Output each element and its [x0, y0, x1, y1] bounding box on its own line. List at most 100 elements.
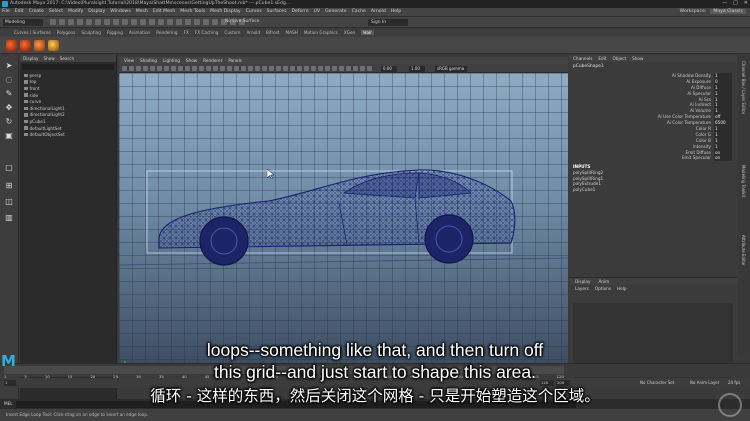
channels-menu[interactable]: Channels [573, 55, 592, 62]
shelf-tab-fx[interactable]: FX [184, 30, 189, 35]
menu-item-mesh-tools[interactable]: Mesh Tools [180, 9, 205, 14]
viewport-tool-icon[interactable] [185, 66, 190, 71]
viewport-tool-icon[interactable] [192, 66, 197, 71]
menu-item-help[interactable]: Help [391, 9, 401, 14]
workspace-selector[interactable]: Workspace: Maya Classic [680, 9, 746, 14]
move-tool-icon[interactable]: ✥ [4, 103, 14, 113]
colorspace-dropdown[interactable]: sRGB gamma [435, 65, 467, 72]
menu-item-arnold[interactable]: Arnold [371, 9, 386, 14]
lasso-tool-icon[interactable]: ◌ [4, 75, 14, 85]
menu-item-surfaces[interactable]: Surfaces [267, 9, 287, 14]
menuset-dropdown[interactable]: Modeling [3, 19, 43, 26]
viewport-tool-icon[interactable] [206, 66, 211, 71]
status-tool-icon[interactable] [203, 19, 209, 25]
tab-anim[interactable]: Anim [598, 278, 609, 285]
status-tool-icon[interactable] [113, 19, 119, 25]
viewport-menu-show[interactable]: Show [186, 57, 197, 64]
single-view-icon[interactable]: ▢ [4, 163, 14, 173]
status-tool-icon[interactable] [131, 19, 137, 25]
viewport-tool-icon[interactable] [332, 66, 337, 71]
show-menu[interactable]: Show [632, 55, 643, 62]
outliner-search-input[interactable] [22, 64, 114, 70]
layers-menu[interactable]: Layers [575, 285, 589, 292]
viewport-tool-icon[interactable] [360, 66, 365, 71]
attribute-row[interactable]: Emit Specular on [569, 155, 737, 162]
outliner-menu-search[interactable]: Search [60, 55, 74, 62]
viewport-tool-icon[interactable] [346, 66, 351, 71]
object-menu[interactable]: Object [612, 55, 626, 62]
menu-item-generate[interactable]: Generate [325, 9, 346, 14]
hair-shelf-icon[interactable] [6, 40, 17, 51]
viewport-tool-icon[interactable] [367, 66, 372, 71]
outliner-item[interactable]: side [20, 92, 116, 99]
outliner-item[interactable]: directionalLight2 [20, 112, 116, 119]
status-tool-icon[interactable] [140, 19, 146, 25]
status-tool-icon[interactable] [158, 19, 164, 25]
shelf-tab-rigging[interactable]: Rigging [107, 30, 123, 35]
shelf-tab-bifrost[interactable]: Bifrost [266, 30, 280, 35]
status-tool-icon[interactable] [104, 19, 110, 25]
gamma-field[interactable]: 1.00 [409, 65, 425, 72]
viewport-tool-icon[interactable] [255, 66, 260, 71]
outliner-item[interactable]: persp [20, 72, 116, 79]
shelf-tab-sculpting[interactable]: Sculpting [81, 30, 101, 35]
viewport-tool-icon[interactable] [241, 66, 246, 71]
menu-item-modify[interactable]: Modify [68, 9, 83, 14]
shelf-tab-rendering[interactable]: Rendering [156, 30, 177, 35]
object-name[interactable]: pCubeShape1 [569, 62, 737, 71]
outliner-item[interactable]: defaultObjectSet [20, 131, 116, 138]
status-tool-icon[interactable] [149, 19, 155, 25]
status-tool-icon[interactable] [68, 19, 74, 25]
status-tool-icon[interactable] [59, 19, 65, 25]
shelf-tab-xgen[interactable]: XGen [344, 30, 355, 35]
persp-outliner-icon[interactable]: ◫ [4, 197, 14, 207]
status-tool-icon[interactable] [194, 19, 200, 25]
viewport-tool-icon[interactable] [136, 66, 141, 71]
viewport-tool-icon[interactable] [353, 66, 358, 71]
menu-item-create[interactable]: Create [29, 9, 44, 14]
hair-shelf-icon[interactable] [48, 40, 59, 51]
menu-item-cache[interactable]: Cache [352, 9, 366, 14]
status-tool-icon[interactable] [50, 19, 56, 25]
viewport-tool-icon[interactable] [129, 66, 134, 71]
viewport-tool-icon[interactable] [164, 66, 169, 71]
viewport-tool-icon[interactable] [178, 66, 183, 71]
menu-item-edit[interactable]: Edit [15, 9, 24, 14]
menu-item-select[interactable]: Select [49, 9, 63, 14]
viewport-tool-icon[interactable] [297, 66, 302, 71]
outliner-menu-display[interactable]: Display [23, 55, 38, 62]
side-tab-channel-box[interactable]: Channel Box / Layer Editor [741, 61, 746, 114]
hair-shelf-icon[interactable] [34, 40, 45, 51]
viewport-tool-icon[interactable] [199, 66, 204, 71]
menu-item-edit-mesh[interactable]: Edit Mesh [153, 9, 175, 14]
attribute-value[interactable]: on [714, 155, 732, 162]
shelf-tab-fx-caching[interactable]: FX Caching [195, 30, 219, 35]
status-tool-icon[interactable] [95, 19, 101, 25]
viewport-tool-icon[interactable] [276, 66, 281, 71]
shelf-tab-animation[interactable]: Animation [129, 30, 150, 35]
shelf-tab-arnold[interactable]: Arnold [246, 30, 260, 35]
viewport-tool-icon[interactable] [318, 66, 323, 71]
viewport-tool-icon[interactable] [304, 66, 309, 71]
menu-item-curves[interactable]: Curves [246, 9, 262, 14]
shelf-tab-curves-surfaces[interactable]: Curves / Surfaces [14, 30, 51, 35]
paint-select-icon[interactable]: ✎ [4, 89, 14, 99]
viewport-menu-renderer[interactable]: Renderer [203, 57, 222, 64]
options-menu[interactable]: Options [595, 285, 611, 292]
close-button[interactable]: ✕ [744, 0, 748, 8]
outliner-item[interactable]: front [20, 85, 116, 92]
shelf-tab-mash[interactable]: MASH [286, 30, 298, 35]
outliner-item[interactable]: defaultLightSet [20, 125, 116, 132]
status-tool-icon[interactable] [86, 19, 92, 25]
status-tool-icon[interactable] [167, 19, 173, 25]
viewport-tool-icon[interactable] [143, 66, 148, 71]
viewport-tool-icon[interactable] [339, 66, 344, 71]
shelf-tab-motion-graphics[interactable]: Motion Graphics [304, 30, 338, 35]
viewport-menu-view[interactable]: View [124, 57, 134, 64]
input-node[interactable]: polySplitRing2 [573, 170, 603, 176]
viewport-tool-icon[interactable] [325, 66, 330, 71]
viewport-menu-panels[interactable]: Panels [228, 57, 241, 64]
sign-in-dropdown[interactable]: Sign In [368, 19, 408, 26]
menu-item-mesh[interactable]: Mesh [136, 9, 148, 14]
select-tool-icon[interactable]: ➤ [4, 61, 14, 71]
